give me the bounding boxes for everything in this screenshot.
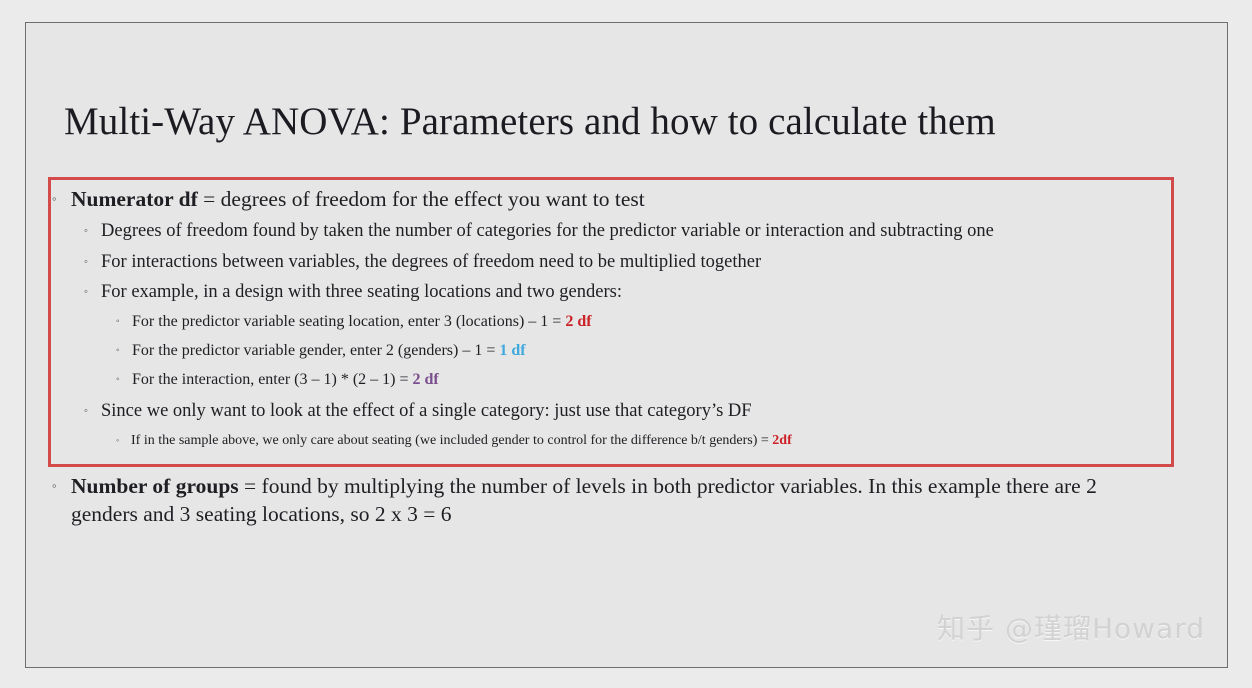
example-1-result: 1 df <box>499 342 526 359</box>
example-0-result: 2 df <box>565 313 592 330</box>
bullet-number-of-groups: ◦ Number of groups = found by multiplyin… <box>52 472 1112 528</box>
bullet-example-0-text: For the predictor variable seating locat… <box>132 310 592 333</box>
slide-content: ◦ Numerator df = degrees of freedom for … <box>26 23 1227 667</box>
bullet-example-2-text: For the interaction, enter (3 – 1) * (2 … <box>132 368 439 391</box>
bullet-single-category-example-text: If in the sample above, we only care abo… <box>131 430 792 451</box>
bullet-marker-icon: ◦ <box>116 316 120 327</box>
bullet-note-0-text: Degrees of freedom found by taken the nu… <box>101 221 994 241</box>
bullet-single-category-note-text: Since we only want to look at the effect… <box>101 401 752 421</box>
bullet-number-of-groups-text: Number of groups = found by multiplying … <box>71 472 1112 528</box>
bullet-note-2-text: For example, in a design with three seat… <box>101 282 622 302</box>
bullet-example-1-text: For the predictor variable gender, enter… <box>132 339 526 362</box>
single-category-example-result: 2df <box>772 433 792 448</box>
number-of-groups-label: Number of groups <box>71 474 239 498</box>
bullet-note-1-text: For interactions between variables, the … <box>101 252 762 272</box>
bullet-marker-icon: ◦ <box>84 286 88 298</box>
bullet-marker-icon: ◦ <box>116 374 120 385</box>
example-0-body: For the predictor variable seating locat… <box>132 313 566 330</box>
bullet-marker-icon: ◦ <box>84 256 88 268</box>
bullet-numerator-df-text: Numerator df = degrees of freedom for th… <box>71 185 645 213</box>
watermark: 知乎 @瑾瑠Howard <box>937 612 1205 645</box>
bullet-single-category-example: ◦ If in the sample above, we only care a… <box>116 430 1166 451</box>
numerator-df-label: Numerator df <box>71 187 198 211</box>
bullet-note-2: ◦ For example, in a design with three se… <box>84 279 1174 305</box>
bullet-note-0: ◦ Degrees of freedom found by taken the … <box>84 218 1174 244</box>
bullet-single-category-note: ◦ Since we only want to look at the effe… <box>84 398 1174 424</box>
bullet-note-1: ◦ For interactions between variables, th… <box>84 249 1174 275</box>
bullet-marker-icon: ◦ <box>52 478 57 493</box>
numerator-df-definition: = degrees of freedom for the effect you … <box>197 187 645 211</box>
bullet-numerator-df: ◦ Numerator df = degrees of freedom for … <box>52 185 1132 213</box>
bullet-marker-icon: ◦ <box>84 225 88 237</box>
bullet-example-2: ◦ For the interaction, enter (3 – 1) * (… <box>116 368 1166 391</box>
example-1-body: For the predictor variable gender, enter… <box>132 342 500 359</box>
bullet-marker-icon: ◦ <box>84 405 88 417</box>
example-2-body: For the interaction, enter (3 – 1) * (2 … <box>132 371 413 388</box>
bullet-marker-icon: ◦ <box>116 435 120 445</box>
bullet-example-0: ◦ For the predictor variable seating loc… <box>116 310 1166 333</box>
bullet-marker-icon: ◦ <box>116 345 120 356</box>
example-2-result: 2 df <box>412 371 439 388</box>
slide-frame: Multi-Way ANOVA: Parameters and how to c… <box>25 22 1228 668</box>
single-category-example-body: If in the sample above, we only care abo… <box>131 433 773 448</box>
bullet-marker-icon: ◦ <box>52 191 57 206</box>
bullet-example-1: ◦ For the predictor variable gender, ent… <box>116 339 1166 362</box>
